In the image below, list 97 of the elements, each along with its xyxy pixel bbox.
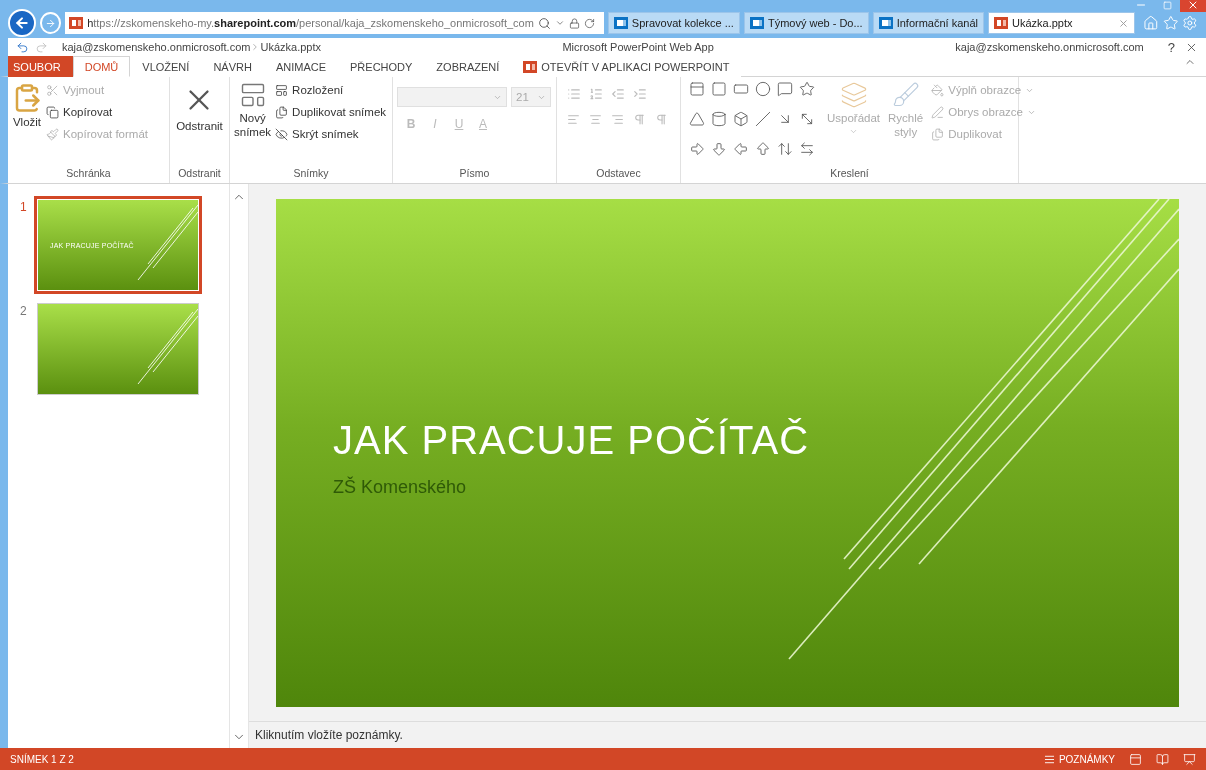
- rtl-icon[interactable]: [655, 113, 668, 126]
- ltr-icon[interactable]: [633, 113, 646, 126]
- increase-indent-icon[interactable]: [633, 87, 647, 101]
- sharepoint-icon: [749, 17, 764, 29]
- app-title: Microsoft PowerPoint Web App: [562, 41, 714, 53]
- hide-icon: [275, 127, 289, 141]
- triangle-icon[interactable]: [689, 111, 705, 127]
- powerpoint-icon: [69, 17, 84, 29]
- decrease-indent-icon[interactable]: [611, 87, 625, 101]
- font-name-field[interactable]: [397, 87, 507, 107]
- notes-toggle-button[interactable]: POZNÁMKY: [1043, 753, 1115, 765]
- font-size-value: 21: [516, 91, 529, 103]
- left-arrow-icon[interactable]: [733, 141, 749, 157]
- address-bar[interactable]: https://zskomenskeho-my.sharepoint.com/personal/kaja_zskomenskeho_onmicrosoft_com: [65, 12, 604, 34]
- browser-tab[interactable]: Ukázka.pptx: [988, 12, 1136, 34]
- up-arrow-icon[interactable]: [755, 141, 771, 157]
- paste-button[interactable]: Vložit: [12, 81, 42, 167]
- sharepoint-icon: [613, 17, 628, 29]
- left-right-arrow-icon[interactable]: [799, 141, 815, 157]
- browser-tab[interactable]: Týmový web - Do...: [743, 12, 869, 34]
- slide-title: JAK PRACUJE POČÍTAČ: [333, 417, 811, 463]
- browser-tab[interactable]: Informační kanál: [872, 12, 984, 34]
- user-name[interactable]: kaja@zskomenskeho.onmicrosoft.com: [955, 41, 1144, 53]
- help-button[interactable]: ?: [1167, 39, 1175, 55]
- ribbon-button[interactable]: Kopírovat: [46, 103, 148, 121]
- up-down-arrow-icon[interactable]: [777, 141, 793, 157]
- scissors-icon: [46, 83, 59, 97]
- settings-icon[interactable]: [1182, 15, 1199, 31]
- paint-bucket-icon: [931, 83, 945, 97]
- powerpoint-icon: [523, 61, 538, 73]
- line-icon[interactable]: [755, 111, 771, 127]
- new-slide-button[interactable]: Nový snímek: [234, 81, 272, 167]
- lock-icon: [568, 17, 580, 29]
- search-icon[interactable]: [537, 16, 551, 30]
- reading-view-icon[interactable]: [1156, 752, 1169, 766]
- slide-number: 1: [20, 200, 28, 214]
- sharepoint-icon: [878, 17, 893, 29]
- forward-arrow-icon: [44, 17, 56, 29]
- close-button[interactable]: [1180, 0, 1206, 12]
- url-text: https://zskomenskeho-my.sharepoint.com/personal/kaja_zskomenskeho_onmicrosoft_com: [87, 17, 534, 29]
- breadcrumb-link[interactable]: kaja@zskomenskeho.onmicrosoft.com: [62, 41, 251, 53]
- duplicate-icon: [275, 105, 289, 119]
- powerpoint-icon: [994, 17, 1008, 29]
- align-center-icon[interactable]: [589, 113, 602, 126]
- align-right-icon[interactable]: [611, 113, 624, 126]
- cube-icon[interactable]: [733, 111, 749, 127]
- double-arrow-icon[interactable]: [799, 111, 815, 127]
- duplicate-icon: [931, 127, 945, 141]
- slide-number: 2: [20, 304, 28, 318]
- breadcrumb-link[interactable]: Ukázka.pptx: [260, 41, 321, 53]
- bullet-list-icon[interactable]: [567, 87, 581, 101]
- slide-thumbnail[interactable]: [38, 304, 198, 394]
- ribbon-button[interactable]: Duplikovat snímek: [275, 103, 387, 121]
- group-label: Kreslení: [829, 167, 870, 181]
- numbered-list-icon[interactable]: [589, 87, 603, 101]
- cylinder-icon[interactable]: [711, 111, 727, 127]
- ribbon-button[interactable]: Skrýt snímek: [275, 125, 387, 143]
- ribbon-tab[interactable]: SOUBOR: [8, 56, 73, 77]
- star-icon[interactable]: [799, 81, 815, 97]
- brush-icon: [46, 127, 59, 141]
- delete-button[interactable]: Odstranit: [176, 81, 223, 167]
- rectangle-icon[interactable]: [711, 81, 727, 97]
- rounded-rectangle-icon[interactable]: [733, 81, 749, 97]
- oval-icon[interactable]: [755, 81, 771, 97]
- brush-icon: [891, 81, 920, 109]
- group-label: Odstranit: [177, 167, 222, 181]
- pen-icon: [931, 105, 945, 119]
- slideshow-icon[interactable]: [1183, 752, 1196, 766]
- down-arrow-icon[interactable]: [711, 141, 727, 157]
- ribbon-tab[interactable]: DOMŮ: [72, 56, 131, 77]
- group-label: Písmo: [458, 167, 491, 181]
- slide-counter: SNÍMEK 1 Z 2: [10, 753, 74, 765]
- group-label: Odstavec: [595, 167, 642, 181]
- right-arrow-icon[interactable]: [689, 141, 705, 157]
- group-label: Snímky: [292, 167, 330, 181]
- close-tab-icon[interactable]: [1118, 17, 1130, 29]
- callout-icon[interactable]: [777, 81, 793, 97]
- close-icon: [1187, 0, 1199, 11]
- slide-subtitle: ZŠ Komenského: [333, 476, 468, 498]
- dropdown-icon[interactable]: [554, 18, 565, 28]
- browser-tab[interactable]: Spravovat kolekce ...: [607, 12, 740, 34]
- ribbon-button[interactable]: Rozložení: [275, 81, 387, 99]
- refresh-icon[interactable]: [583, 17, 595, 29]
- text-box-icon[interactable]: [689, 81, 705, 97]
- group-label: Schránka: [65, 167, 112, 181]
- notes-icon: [1043, 753, 1055, 765]
- undo-icon[interactable]: [16, 40, 29, 54]
- home-icon[interactable]: [1143, 15, 1159, 31]
- align-left-icon[interactable]: [567, 113, 580, 126]
- forward-button[interactable]: [39, 12, 62, 34]
- copy-icon: [46, 105, 59, 119]
- layout-icon: [275, 83, 289, 97]
- redo-icon[interactable]: [35, 40, 48, 54]
- favorites-icon[interactable]: [1162, 15, 1179, 31]
- back-button[interactable]: [8, 9, 36, 37]
- normal-view-icon[interactable]: [1129, 752, 1142, 766]
- arrange-icon: [839, 81, 868, 109]
